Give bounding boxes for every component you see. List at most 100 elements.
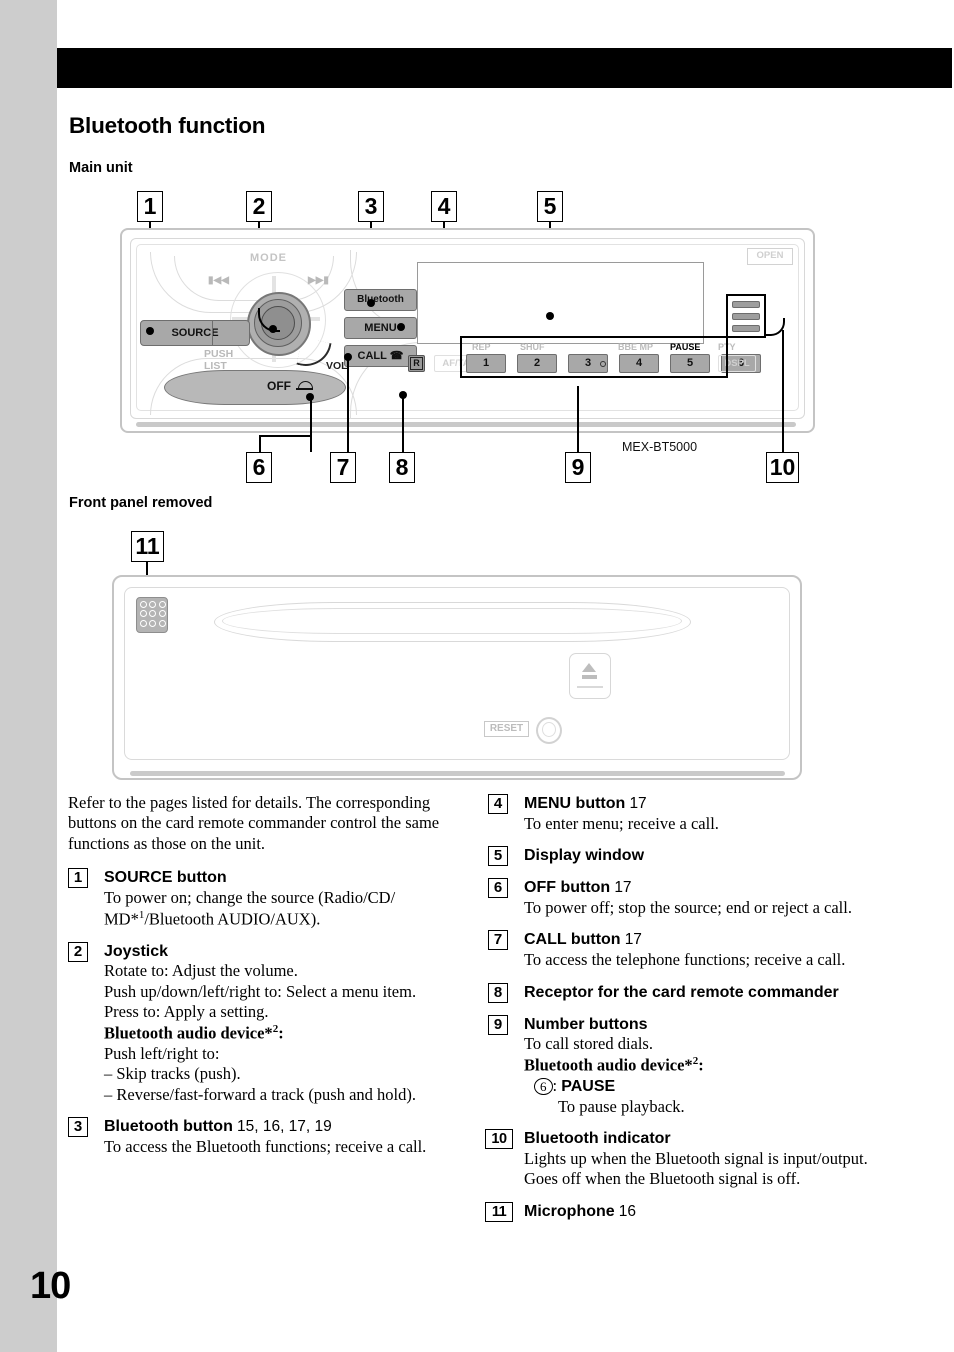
item-number-5: 5 [488,846,508,867]
callout-5: 5 [537,191,563,222]
list-item-receptor: 8 Receptor for the card remote commander [488,982,880,1003]
item-pages-microphone: 16 [618,1202,637,1220]
item-number-9: 9 [488,1014,508,1035]
bluetooth-indicator [726,294,766,338]
item-title-joystick: Joystick [104,942,169,960]
item-number-2: 2 [68,941,88,962]
item-body-call-button: To access the telephone functions; recei… [524,950,846,970]
callout-11: 11 [131,531,164,562]
item-number-11: 11 [485,1201,513,1222]
leader-line-10 [782,330,784,452]
reset-hole-inner [542,722,556,737]
call-button[interactable]: CALL ☎ [344,345,417,367]
callout-dot-3 [367,299,375,307]
mic-hole [158,619,166,627]
bluetooth-indicator-bar-3 [732,325,760,332]
leader-line-9 [577,386,579,452]
item-title-number-buttons: Number buttons [524,1015,648,1033]
chassis-bottom-edge [136,422,796,427]
item-number-1: 1 [68,868,88,889]
item-body-source-button-line2: MD*1/Bluetooth AUDIO/AUX). [104,908,321,929]
list-item-source-button: 1 SOURCE button To power on; change the … [68,867,460,929]
reset-label: RESET [484,721,529,737]
mic-hole [149,619,156,627]
item-number-4: 4 [488,794,508,814]
item-title-menu-button: MENU button [524,795,626,812]
item-title-bluetooth-button: Bluetooth button [104,1118,233,1136]
mic-hole [139,600,147,608]
eject-triangle-icon [582,663,596,672]
item-body-joystick-press: Press to: Apply a setting. [104,1002,269,1022]
item-body-pause-desc: To pause playback. [558,1096,685,1116]
item-title-receptor: Receptor for the card remote commander [524,983,839,1001]
preset-6-circle-icon: 6 [534,1077,553,1095]
item-pages-bluetooth-button: 15, 16, 17, 19 [236,1118,332,1136]
item-number-7: 7 [488,930,508,951]
eject-underline [577,686,603,688]
list-item-bluetooth-indicator: 10 Bluetooth indicator Lights up when th… [485,1128,880,1190]
leader-line-6b [259,435,311,437]
section-heading-main-unit: Main unit [69,160,133,176]
intro-paragraph: Refer to the pages listed for details. T… [68,793,440,853]
footnote-marker-2: 2 [692,1054,699,1067]
item-number-10: 10 [485,1129,513,1150]
item-title-source-button: SOURCE button [104,869,227,887]
item-number-6: 6 [488,878,508,899]
model-number: MEX-BT5000 [622,440,698,454]
item-body-source-button-line1: To power on; change the source (Radio/CD… [104,888,396,908]
mic-hole [158,610,166,617]
reset-button[interactable] [536,717,562,744]
footnote-marker-1: 1 [138,908,145,921]
item-title-call-button: CALL button [524,931,621,949]
call-button-label: CALL [357,350,387,362]
phone-icon: ☎ [389,350,404,362]
off-button[interactable] [164,370,346,405]
next-track-icon: ▶▶▮ [308,275,329,286]
bluetooth-button[interactable]: Bluetooth [344,289,417,311]
sub-chassis-bottom-edge [130,771,785,776]
right-text-column: 4 MENU button 17 To enter menu; receive … [485,793,880,1233]
highlight-number-buttons [460,336,728,378]
callout-7: 7 [330,452,356,483]
list-item-bluetooth-button: 3 Bluetooth button 15, 16, 17, 19 To acc… [68,1116,460,1157]
leader-line-6c [259,435,261,453]
page-number: 10 [30,1265,71,1307]
item-body-joystick-push: Push up/down/left/right to: Select a men… [104,981,417,1001]
callout-10: 10 [766,452,799,483]
mode-label: MODE [250,252,287,264]
left-text-column: Refer to the pages listed for details. T… [68,793,460,1168]
main-unit-illustration: MODE ▮◀◀ ▶▶▮ PUSH LIST VOL SOURCE OFF Bl… [120,228,815,433]
mic-hole [149,600,156,608]
prev-track-icon: ▮◀◀ [208,275,229,286]
list-item-number-buttons: 9 Number buttons To call stored dials. B… [488,1014,880,1118]
list-item-menu-button: 4 MENU button 17 To enter menu; receive … [488,793,880,834]
item-title-off-button: OFF button [524,879,611,897]
item-pages-menu-button: 17 [629,795,647,812]
item-number-8: 8 [488,982,508,1003]
eject-bar-icon [582,675,597,679]
leader-line-7 [347,357,349,452]
list-item-joystick: 2 Joystick Rotate to: Adjust the volume.… [68,941,460,1106]
item-title-microphone: Microphone [524,1202,615,1220]
menu-button[interactable]: MENU [344,317,417,339]
callout-dot-4 [397,323,405,331]
r-button[interactable]: R [408,355,425,372]
list-item-microphone: 11 Microphone 16 [485,1201,880,1222]
front-panel-removed-illustration: RESET [112,575,802,780]
item-body-off-button: To power off; stop the source; end or re… [524,897,852,917]
list-item-call-button: 7 CALL button 17 To access the telephone… [488,929,880,970]
source-button[interactable]: SOURCE [140,320,250,346]
item-body-bluetooth-indicator: Lights up when the Bluetooth signal is i… [524,1148,868,1189]
r-button-label: R [410,357,423,370]
item-body-joystick-bt-device: Bluetooth audio device*2: [104,1022,284,1043]
callout-4: 4 [431,191,457,222]
item-pages-off-button: 17 [614,879,632,897]
eject-button[interactable] [569,653,611,699]
header-black-bar [57,48,952,88]
callout-2: 2 [246,191,272,222]
page-margin-band [0,0,57,1352]
leader-line-6 [310,397,312,452]
disc-slot-inner [222,608,682,634]
item-body-number-buttons-pause-row: 6: PAUSE [524,1076,880,1097]
mic-hole [149,610,156,617]
